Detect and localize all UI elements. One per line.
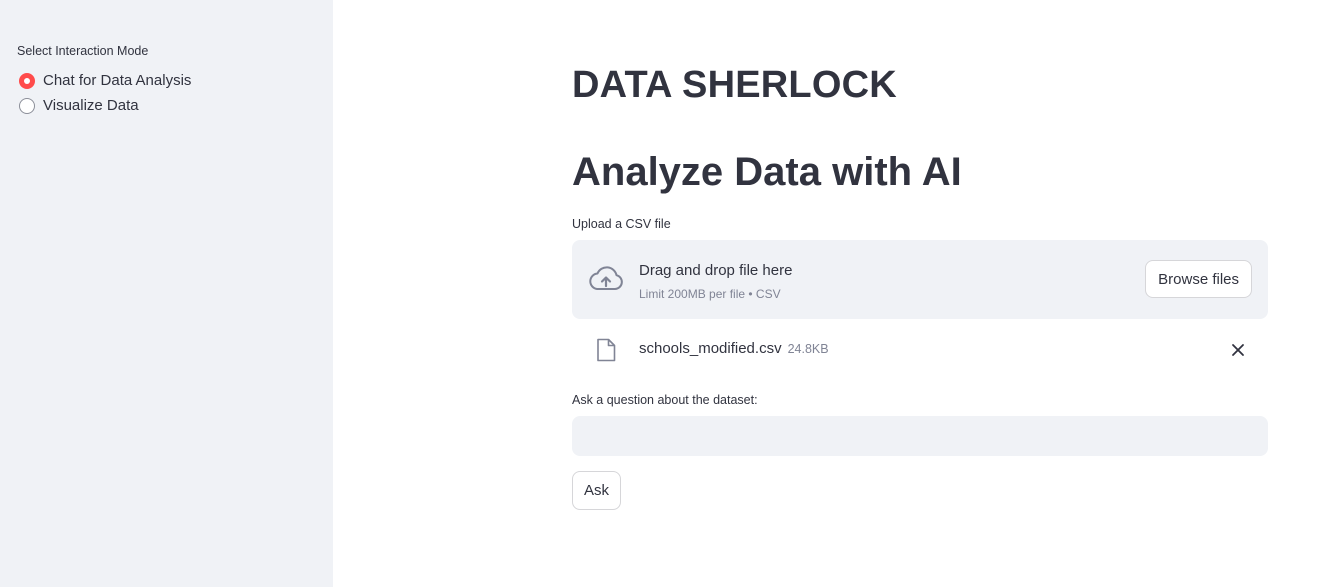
radio-checked-icon[interactable] xyxy=(19,72,35,89)
ask-button[interactable]: Ask xyxy=(572,471,622,510)
uploaded-file-row: schools_modified.csv 24.8KB xyxy=(572,330,1268,368)
interaction-mode-label: Select Interaction Mode xyxy=(17,44,149,58)
cloud-upload-icon xyxy=(589,266,623,290)
radio-option-label: Visualize Data xyxy=(43,97,139,114)
file-size: 24.8KB xyxy=(787,342,829,356)
upload-label: Upload a CSV file xyxy=(572,217,671,231)
radio-chat-for-data-analysis[interactable]: Chat for Data Analysis xyxy=(19,72,191,89)
dropzone-limit: Limit 200MB per file • CSV xyxy=(639,287,781,301)
close-icon[interactable] xyxy=(1228,340,1248,360)
file-name-wrap: schools_modified.csv 24.8KB xyxy=(639,340,829,357)
file-dropzone[interactable]: Drag and drop file here Limit 200MB per … xyxy=(572,240,1268,319)
sidebar: Select Interaction Mode Chat for Data An… xyxy=(0,0,333,587)
page-title: DATA SHERLOCK xyxy=(572,64,897,106)
question-input[interactable] xyxy=(572,416,1268,456)
main-content: DATA SHERLOCK Analyze Data with AI Uploa… xyxy=(572,0,1268,587)
page-subtitle: Analyze Data with AI xyxy=(572,150,962,194)
radio-visualize-data[interactable]: Visualize Data xyxy=(19,97,139,114)
radio-unchecked-icon[interactable] xyxy=(19,97,35,114)
radio-option-label: Chat for Data Analysis xyxy=(43,72,192,89)
question-label: Ask a question about the dataset: xyxy=(572,393,758,407)
browse-files-button[interactable]: Browse files xyxy=(1145,260,1252,298)
dropzone-title: Drag and drop file here xyxy=(639,262,793,279)
file-name: schools_modified.csv xyxy=(639,340,782,357)
file-icon xyxy=(597,338,616,362)
